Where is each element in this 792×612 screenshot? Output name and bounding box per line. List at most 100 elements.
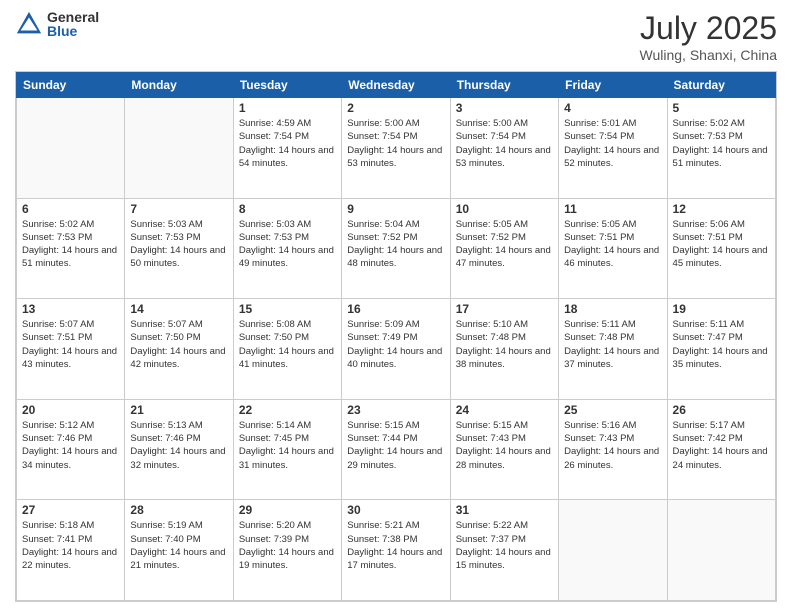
- cell-info: Sunrise: 5:07 AMSunset: 7:51 PMDaylight:…: [22, 318, 119, 371]
- cell-info: Sunrise: 5:18 AMSunset: 7:41 PMDaylight:…: [22, 519, 119, 572]
- cal-cell: 9 Sunrise: 5:04 AMSunset: 7:52 PMDaylight…: [342, 198, 450, 299]
- cal-cell: 24 Sunrise: 5:15 AMSunset: 7:43 PMDayligh…: [450, 399, 558, 500]
- date-number: 4: [564, 101, 661, 115]
- cal-cell: 31 Sunrise: 5:22 AMSunset: 7:37 PMDayligh…: [450, 500, 558, 601]
- date-number: 23: [347, 403, 444, 417]
- cal-cell: 10Sunrise: 5:05 AMSunset: 7:52 PMDayligh…: [450, 198, 558, 299]
- date-number: 11: [564, 202, 661, 216]
- cell-info: Sunrise: 5:02 AMSunset: 7:53 PMDaylight:…: [673, 117, 770, 170]
- header: General Blue July 2025 Wuling, Shanxi, C…: [15, 10, 777, 63]
- cell-info: Sunrise: 5:00 AMSunset: 7:54 PMDaylight:…: [347, 117, 444, 170]
- cal-cell: 12 Sunrise: 5:06 AMSunset: 7:51 PMDayligh…: [667, 198, 775, 299]
- cal-cell: 20 Sunrise: 5:12 AMSunset: 7:46 PMDayligh…: [17, 399, 125, 500]
- week-row-4: 27Sunrise: 5:18 AMSunset: 7:41 PMDayligh…: [17, 500, 776, 601]
- date-number: 24: [456, 403, 553, 417]
- cell-info: Sunrise: 5:00 AMSunset: 7:54 PMDaylight:…: [456, 117, 553, 170]
- date-number: 18: [564, 302, 661, 316]
- week-row-0: 1Sunrise: 4:59 AMSunset: 7:54 PMDaylight…: [17, 98, 776, 199]
- day-header-sunday: Sunday: [17, 73, 125, 98]
- cell-info: Sunrise: 5:16 AMSunset: 7:43 PMDaylight:…: [564, 419, 661, 472]
- cell-info: Sunrise: 5:21 AMSunset: 7:38 PMDaylight:…: [347, 519, 444, 572]
- cal-cell: [559, 500, 667, 601]
- cell-info: Sunrise: 5:20 AMSunset: 7:39 PMDaylight:…: [239, 519, 336, 572]
- cell-info: Sunrise: 5:12 AMSunset: 7:46 PMDaylight:…: [22, 419, 119, 472]
- cal-cell: 29Sunrise: 5:20 AMSunset: 7:39 PMDayligh…: [233, 500, 341, 601]
- date-number: 1: [239, 101, 336, 115]
- cell-info: Sunrise: 5:22 AMSunset: 7:37 PMDaylight:…: [456, 519, 553, 572]
- logo-icon: [15, 10, 43, 38]
- cell-info: Sunrise: 5:08 AMSunset: 7:50 PMDaylight:…: [239, 318, 336, 371]
- location: Wuling, Shanxi, China: [640, 47, 777, 63]
- date-number: 22: [239, 403, 336, 417]
- cal-cell: 22 Sunrise: 5:14 AMSunset: 7:45 PMDayligh…: [233, 399, 341, 500]
- date-number: 15: [239, 302, 336, 316]
- cal-cell: [667, 500, 775, 601]
- cell-info: Sunrise: 5:11 AMSunset: 7:47 PMDaylight:…: [673, 318, 770, 371]
- cal-cell: 23 Sunrise: 5:15 AMSunset: 7:44 PMDayligh…: [342, 399, 450, 500]
- cal-cell: 18 Sunrise: 5:11 AMSunset: 7:48 PMDayligh…: [559, 299, 667, 400]
- logo-text: General Blue: [47, 10, 99, 38]
- day-header-wednesday: Wednesday: [342, 73, 450, 98]
- date-number: 8: [239, 202, 336, 216]
- cal-cell: 16Sunrise: 5:09 AMSunset: 7:49 PMDayligh…: [342, 299, 450, 400]
- cal-cell: 7 Sunrise: 5:03 AMSunset: 7:53 PMDaylight…: [125, 198, 233, 299]
- cell-info: Sunrise: 5:06 AMSunset: 7:51 PMDaylight:…: [673, 218, 770, 271]
- date-number: 17: [456, 302, 553, 316]
- cal-cell: 14 Sunrise: 5:07 AMSunset: 7:50 PMDayligh…: [125, 299, 233, 400]
- week-row-3: 20 Sunrise: 5:12 AMSunset: 7:46 PMDayligh…: [17, 399, 776, 500]
- logo-blue-text: Blue: [47, 24, 99, 38]
- cal-cell: 2 Sunrise: 5:00 AMSunset: 7:54 PMDaylight…: [342, 98, 450, 199]
- cell-info: Sunrise: 5:10 AMSunset: 7:48 PMDaylight:…: [456, 318, 553, 371]
- cell-info: Sunrise: 5:09 AMSunset: 7:49 PMDaylight:…: [347, 318, 444, 371]
- month-title: July 2025: [640, 10, 777, 47]
- cal-cell: 3 Sunrise: 5:00 AMSunset: 7:54 PMDaylight…: [450, 98, 558, 199]
- cell-info: Sunrise: 5:04 AMSunset: 7:52 PMDaylight:…: [347, 218, 444, 271]
- cell-info: Sunrise: 5:05 AMSunset: 7:52 PMDaylight:…: [456, 218, 553, 271]
- date-number: 14: [130, 302, 227, 316]
- cell-info: Sunrise: 5:15 AMSunset: 7:43 PMDaylight:…: [456, 419, 553, 472]
- logo-general-text: General: [47, 10, 99, 24]
- date-number: 26: [673, 403, 770, 417]
- cal-cell: 8 Sunrise: 5:03 AMSunset: 7:53 PMDaylight…: [233, 198, 341, 299]
- cal-cell: 19 Sunrise: 5:11 AMSunset: 7:47 PMDayligh…: [667, 299, 775, 400]
- date-number: 2: [347, 101, 444, 115]
- date-number: 6: [22, 202, 119, 216]
- cell-info: Sunrise: 5:14 AMSunset: 7:45 PMDaylight:…: [239, 419, 336, 472]
- cal-cell: 21 Sunrise: 5:13 AMSunset: 7:46 PMDayligh…: [125, 399, 233, 500]
- date-number: 31: [456, 503, 553, 517]
- cal-cell: 26 Sunrise: 5:17 AMSunset: 7:42 PMDayligh…: [667, 399, 775, 500]
- day-header-monday: Monday: [125, 73, 233, 98]
- date-number: 19: [673, 302, 770, 316]
- cal-cell: 11Sunrise: 5:05 AMSunset: 7:51 PMDayligh…: [559, 198, 667, 299]
- date-number: 21: [130, 403, 227, 417]
- date-number: 20: [22, 403, 119, 417]
- title-block: July 2025 Wuling, Shanxi, China: [640, 10, 777, 63]
- cal-cell: 13 Sunrise: 5:07 AMSunset: 7:51 PMDayligh…: [17, 299, 125, 400]
- cell-info: Sunrise: 5:17 AMSunset: 7:42 PMDaylight:…: [673, 419, 770, 472]
- calendar-body: 1Sunrise: 4:59 AMSunset: 7:54 PMDaylight…: [17, 98, 776, 601]
- date-number: 28: [130, 503, 227, 517]
- cell-info: Sunrise: 5:11 AMSunset: 7:48 PMDaylight:…: [564, 318, 661, 371]
- date-number: 13: [22, 302, 119, 316]
- date-number: 3: [456, 101, 553, 115]
- logo: General Blue: [15, 10, 99, 38]
- cell-info: Sunrise: 5:07 AMSunset: 7:50 PMDaylight:…: [130, 318, 227, 371]
- day-header-row: SundayMondayTuesdayWednesdayThursdayFrid…: [17, 73, 776, 98]
- date-number: 12: [673, 202, 770, 216]
- cell-info: Sunrise: 5:02 AMSunset: 7:53 PMDaylight:…: [22, 218, 119, 271]
- cal-cell: 1Sunrise: 4:59 AMSunset: 7:54 PMDaylight…: [233, 98, 341, 199]
- day-header-saturday: Saturday: [667, 73, 775, 98]
- date-number: 5: [673, 101, 770, 115]
- day-header-tuesday: Tuesday: [233, 73, 341, 98]
- day-header-thursday: Thursday: [450, 73, 558, 98]
- cal-cell: 17 Sunrise: 5:10 AMSunset: 7:48 PMDayligh…: [450, 299, 558, 400]
- date-number: 9: [347, 202, 444, 216]
- cell-info: Sunrise: 5:03 AMSunset: 7:53 PMDaylight:…: [130, 218, 227, 271]
- cell-info: Sunrise: 5:13 AMSunset: 7:46 PMDaylight:…: [130, 419, 227, 472]
- date-number: 25: [564, 403, 661, 417]
- cell-info: Sunrise: 5:15 AMSunset: 7:44 PMDaylight:…: [347, 419, 444, 472]
- date-number: 7: [130, 202, 227, 216]
- cell-info: Sunrise: 5:03 AMSunset: 7:53 PMDaylight:…: [239, 218, 336, 271]
- cal-cell: 28Sunrise: 5:19 AMSunset: 7:40 PMDayligh…: [125, 500, 233, 601]
- cal-cell: 25 Sunrise: 5:16 AMSunset: 7:43 PMDayligh…: [559, 399, 667, 500]
